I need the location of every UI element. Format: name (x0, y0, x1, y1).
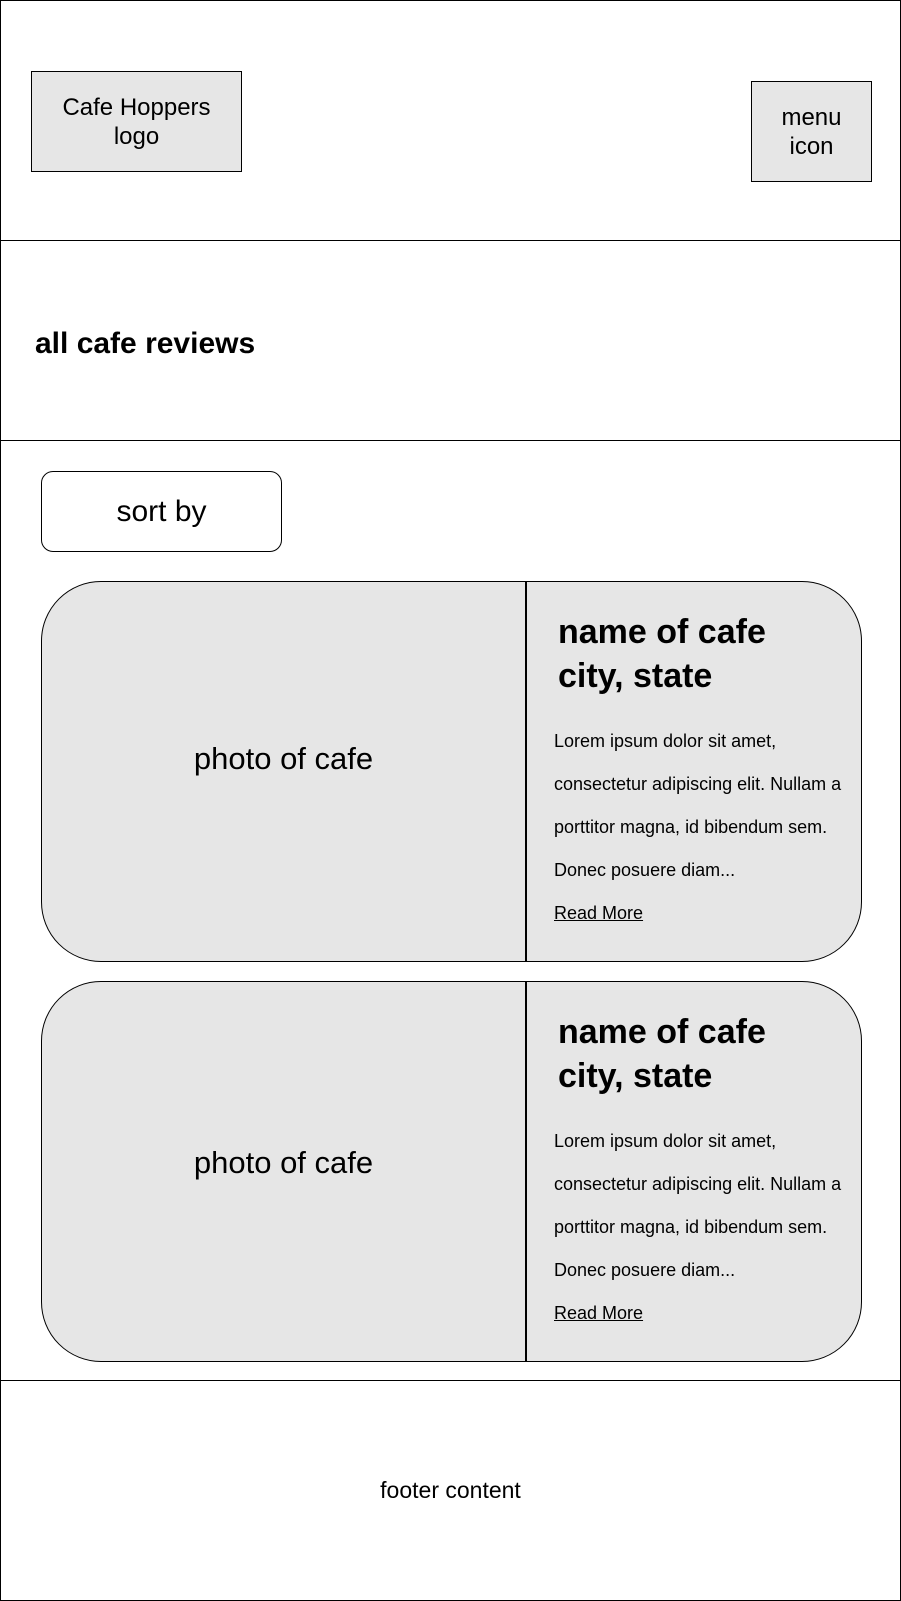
menu-icon[interactable]: menu icon (751, 81, 872, 182)
cafe-location: city, state (558, 657, 713, 695)
menu-icon-label: menu icon (781, 103, 842, 160)
cafe-name: name of cafe (558, 613, 766, 651)
page: Cafe Hoppers logo menu icon all cafe rev… (0, 0, 901, 1601)
sort-by-label: sort by (116, 494, 207, 528)
sort-by-button[interactable]: sort by (41, 471, 282, 552)
cafe-photo[interactable]: photo of cafe (42, 982, 527, 1361)
review-excerpt: Lorem ipsum dolor sit amet, consectetur … (554, 1131, 842, 1280)
site-header: Cafe Hoppers logo menu icon (0, 0, 901, 241)
review-excerpt: Lorem ipsum dolor sit amet, consectetur … (554, 731, 842, 880)
site-footer: footer content (0, 1380, 901, 1601)
cafe-photo-label: photo of cafe (193, 1144, 374, 1180)
review-card: photo of cafe name of cafe city, state L… (41, 981, 862, 1362)
read-more-link[interactable]: Read More (554, 892, 643, 935)
cafe-photo[interactable]: photo of cafe (42, 582, 527, 961)
review-card-info: name of cafe city, state Lorem ipsum dol… (529, 582, 861, 961)
title-section: all cafe reviews (0, 240, 901, 441)
page-title: all cafe reviews (35, 327, 256, 360)
footer-text: footer content (380, 1477, 521, 1503)
cafe-name: name of cafe (558, 1013, 766, 1051)
reviews-section: sort by photo of cafe name of cafe city,… (0, 440, 901, 1381)
review-card-info: name of cafe city, state Lorem ipsum dol… (529, 982, 861, 1361)
site-logo[interactable]: Cafe Hoppers logo (31, 71, 242, 172)
review-card: photo of cafe name of cafe city, state L… (41, 581, 862, 962)
read-more-link[interactable]: Read More (554, 1292, 643, 1335)
cafe-location: city, state (558, 1057, 713, 1095)
logo-label: Cafe Hoppers logo (62, 93, 211, 150)
cafe-photo-label: photo of cafe (193, 740, 374, 776)
